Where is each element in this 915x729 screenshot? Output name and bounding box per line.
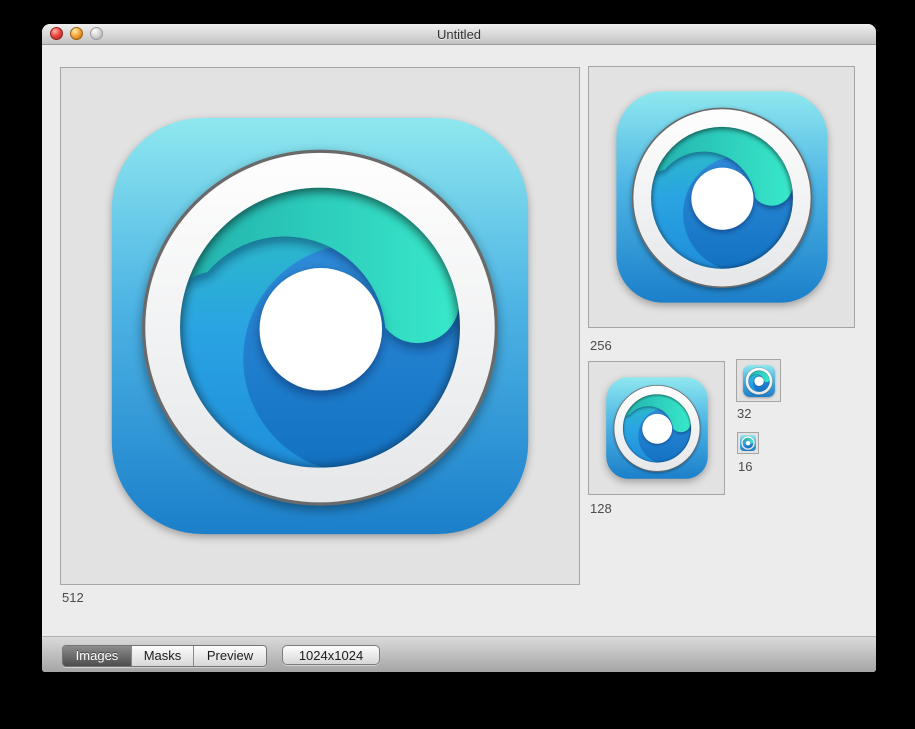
close-button[interactable] (50, 27, 63, 40)
preview-label-512: 512 (62, 590, 84, 605)
preview-label-16: 16 (738, 459, 752, 474)
app-icon-32 (743, 365, 775, 397)
preview-label-256: 256 (590, 338, 612, 353)
traffic-lights (50, 27, 103, 40)
preview-label-32: 32 (737, 406, 751, 421)
app-icon-512 (111, 117, 529, 535)
titlebar[interactable]: Untitled (42, 24, 876, 45)
preview-box-512[interactable] (60, 67, 580, 585)
zoom-button[interactable] (90, 27, 103, 40)
preview-box-128[interactable] (588, 361, 725, 495)
app-icon-16 (740, 435, 756, 451)
minimize-button[interactable] (70, 27, 83, 40)
bottom-toolbar: Images Masks Preview 1024x1024 (42, 636, 876, 672)
app-icon-256 (616, 91, 828, 303)
canvas-size-button[interactable]: 1024x1024 (282, 645, 380, 665)
canvas-area: 512 256 128 32 16 (42, 45, 876, 661)
app-icon-128 (606, 377, 708, 479)
preview-box-16[interactable] (737, 432, 759, 454)
view-segmented-control: Images Masks Preview (62, 645, 267, 667)
tab-masks[interactable]: Masks (132, 646, 194, 666)
preview-label-128: 128 (590, 501, 612, 516)
app-window: Untitled 512 256 128 32 16 Images Masks … (42, 24, 876, 672)
window-title: Untitled (437, 27, 481, 42)
tab-preview[interactable]: Preview (194, 646, 266, 666)
preview-box-32[interactable] (736, 359, 781, 402)
tab-images[interactable]: Images (63, 646, 132, 666)
preview-box-256[interactable] (588, 66, 855, 328)
